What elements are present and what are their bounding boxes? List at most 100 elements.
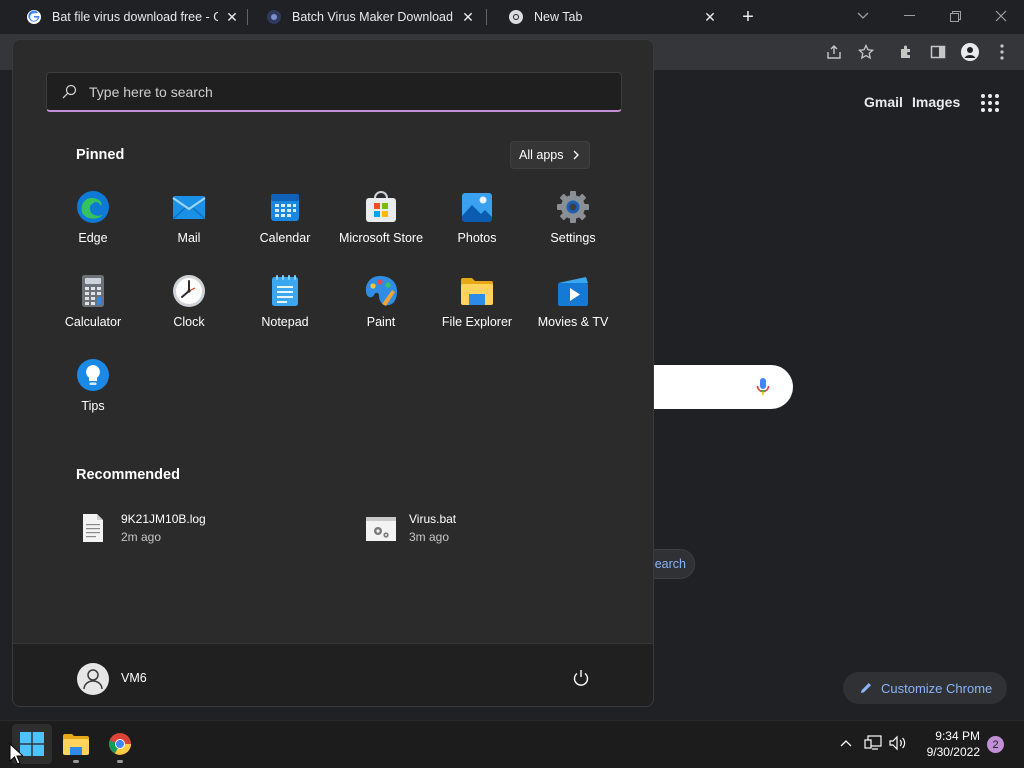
recommended-name: 9K21JM10B.log [121, 512, 206, 526]
close-tab-icon[interactable]: ✕ [702, 9, 718, 25]
chrome-icon [109, 733, 131, 755]
recommended-title: Recommended [76, 467, 180, 483]
side-panel-icon[interactable] [928, 42, 948, 62]
settings-icon [557, 191, 589, 223]
power-icon[interactable] [571, 668, 591, 688]
tab-strip: Bat file virus download free - Goo ✕ Bat… [0, 0, 1024, 34]
close-window-icon[interactable] [978, 4, 1024, 28]
windows-logo-icon [20, 732, 44, 756]
tips-icon [77, 359, 109, 391]
restore-icon[interactable] [932, 4, 978, 28]
mail-icon [172, 196, 206, 220]
pinned-title: Pinned [76, 147, 125, 163]
tab-title: Bat file virus download free - Goo [52, 10, 218, 24]
app-label: File Explorer [441, 315, 513, 329]
all-apps-button[interactable]: All apps [510, 141, 590, 169]
taskbar-clock[interactable]: 9:34 PM 9/30/2022 [916, 728, 980, 760]
close-tab-icon[interactable]: ✕ [460, 9, 476, 25]
start-menu: Type here to search Pinned All apps Edge… [12, 39, 654, 707]
app-label: Microsoft Store [338, 231, 424, 245]
tab-batch-virus-maker[interactable]: Batch Virus Maker Download [ 20 ✕ [248, 0, 484, 34]
pinned-app-mail[interactable]: Mail [141, 184, 237, 260]
gmail-link[interactable]: Gmail [864, 94, 903, 110]
new-tab-button[interactable]: + [738, 7, 758, 27]
volume-icon[interactable] [888, 733, 908, 753]
user-name[interactable]: VM6 [121, 671, 147, 685]
pinned-app-file-explorer[interactable]: File Explorer [429, 268, 525, 344]
pinned-app-edge[interactable]: Edge [45, 184, 141, 260]
app-label: Edge [78, 231, 108, 245]
share-icon[interactable] [824, 42, 844, 62]
running-indicator [117, 760, 123, 763]
minimize-icon[interactable] [886, 4, 932, 28]
user-icon [83, 669, 103, 690]
folder-icon [63, 734, 89, 755]
recommended-item-log[interactable]: 9K21JM10B.log 2m ago [77, 508, 206, 548]
app-label: Movies & TV [537, 315, 609, 329]
pinned-app-notepad[interactable]: Notepad [237, 268, 333, 344]
clock-date: 9/30/2022 [926, 745, 980, 759]
customize-label: Customize Chrome [881, 680, 993, 696]
all-apps-label: All apps [519, 148, 564, 162]
app-label: Settings [550, 231, 596, 245]
tab-google-search[interactable]: Bat file virus download free - Goo ✕ [8, 0, 248, 34]
running-indicator [73, 760, 79, 763]
more-menu-icon[interactable] [992, 42, 1012, 62]
edge-icon [77, 191, 109, 223]
images-link[interactable]: Images [912, 94, 960, 110]
text-file-icon [83, 514, 103, 542]
google-apps-icon[interactable] [981, 94, 999, 112]
recommended-item-bat[interactable]: Virus.bat 3m ago [365, 508, 456, 548]
pencil-icon [861, 683, 871, 693]
pinned-app-tips[interactable]: Tips [45, 352, 141, 428]
pinned-app-settings[interactable]: Settings [525, 184, 621, 260]
movies-icon [558, 277, 588, 306]
start-search-input[interactable]: Type here to search [46, 72, 622, 112]
profile-icon[interactable] [960, 42, 980, 62]
app-label: Calculator [64, 315, 122, 329]
recommended-name: Virus.bat [409, 512, 457, 526]
notification-badge[interactable]: 2 [987, 736, 1004, 753]
network-icon[interactable] [863, 733, 883, 753]
taskbar-chrome[interactable] [100, 724, 140, 764]
search-placeholder: Type here to search [89, 83, 213, 100]
bookmark-star-icon[interactable] [856, 42, 876, 62]
pinned-app-calculator[interactable]: Calculator [45, 268, 141, 344]
calendar-icon [271, 194, 299, 221]
clock-icon [173, 275, 205, 307]
pinned-app-microsoft-store[interactable]: Microsoft Store [333, 184, 429, 260]
app-label: Paint [366, 315, 396, 329]
pinned-app-movies-tv[interactable]: Movies & TV [525, 268, 621, 344]
chrome-favicon-icon [509, 10, 523, 24]
app-label: Mail [177, 231, 201, 245]
taskbar-file-explorer[interactable] [56, 724, 96, 764]
pinned-app-calendar[interactable]: Calendar [237, 184, 333, 260]
microphone-icon[interactable] [755, 377, 771, 397]
calculator-icon [82, 275, 104, 307]
user-avatar[interactable] [77, 663, 109, 695]
app-label: Calendar [259, 231, 311, 245]
show-hidden-icons-icon[interactable] [836, 733, 856, 753]
recommended-time: 2m ago [121, 530, 162, 544]
customize-chrome-button[interactable]: Customize Chrome [843, 672, 1007, 704]
store-icon [366, 191, 396, 222]
google-favicon-icon [27, 10, 41, 24]
clock-time: 9:34 PM [935, 729, 980, 743]
pinned-app-clock[interactable]: Clock [141, 268, 237, 344]
app-label: Photos [457, 231, 497, 245]
pinned-app-photos[interactable]: Photos [429, 184, 525, 260]
extensions-icon[interactable] [896, 42, 916, 62]
chevron-right-icon [574, 150, 580, 160]
close-tab-icon[interactable]: ✕ [224, 9, 240, 25]
search-icon [62, 84, 77, 98]
mouse-cursor-icon [9, 743, 23, 765]
tab-search-icon[interactable] [840, 4, 886, 28]
notepad-icon [272, 275, 298, 306]
app-label: Notepad [261, 315, 309, 329]
tab-title: New Tab [534, 10, 583, 24]
photos-icon [462, 193, 492, 222]
tab-title: Batch Virus Maker Download [ 20 [292, 10, 454, 24]
tab-new-tab[interactable]: New Tab ✕ [490, 0, 726, 34]
pinned-app-paint[interactable]: Paint [333, 268, 429, 344]
tab-separator [486, 9, 487, 25]
